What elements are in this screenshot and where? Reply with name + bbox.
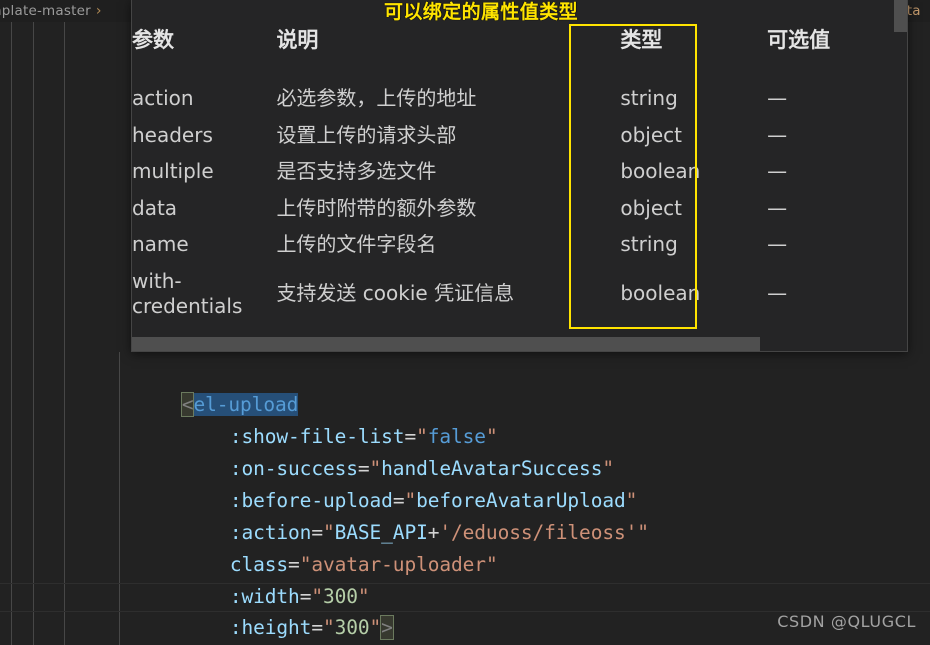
cell-optional: — [767, 281, 788, 306]
chevron-right-icon: › [95, 3, 102, 19]
hover-documentation-popup[interactable]: 参数 说明 类型 可选值 action 必选参数，上传的地址 string — … [131, 0, 908, 352]
table-row: with-credentials 支持发送 cookie 凭证信息 boolea… [132, 263, 907, 324]
code-line-el-upload[interactable]: <el-upload [0, 361, 298, 417]
attributes-table-body: action 必选参数，上传的地址 string — headers 设置上传的… [132, 80, 907, 324]
breadcrumb-left-group[interactable]: nplate-master › [0, 3, 106, 19]
cell-param: action [132, 86, 194, 110]
cell-optional: — [767, 232, 788, 257]
cell-optional: — [767, 159, 788, 184]
hover-popup-scroll-region[interactable]: 参数 说明 类型 可选值 action 必选参数，上传的地址 string — … [132, 0, 907, 351]
code-line-before-upload[interactable]: :before-upload="beforeAvatarUpload" [0, 457, 638, 512]
cell-optional: — [767, 195, 788, 220]
cell-desc: 支持发送 cookie 凭证信息 [276, 281, 515, 306]
table-row: data 上传时附带的额外参数 object — [132, 190, 907, 227]
cell-type: boolean [620, 281, 701, 306]
cell-desc: 必选参数，上传的地址 [276, 86, 477, 110]
column-header-type: 类型 [620, 28, 663, 52]
table-row: action 必选参数，上传的地址 string — [132, 80, 907, 117]
cell-desc: 是否支持多选文件 [276, 159, 437, 184]
cell-type: string [620, 232, 678, 257]
code-token-quote: " [637, 521, 649, 544]
column-header-optional: 可选值 [767, 28, 831, 52]
popup-vertical-scrollbar[interactable] [894, 0, 907, 351]
cell-type: string [620, 86, 678, 110]
cell-desc: 设置上传的请求头部 [276, 122, 457, 147]
cell-type: object [620, 122, 682, 147]
code-token-quote: " [485, 553, 498, 576]
cell-type: object [620, 195, 682, 220]
cell-param: data [132, 195, 178, 220]
code-line-height[interactable]: :height="300"> [0, 584, 394, 640]
cell-desc: 上传时附带的额外参数 [276, 195, 477, 220]
annotation-label: 可以绑定的属性值类型 [384, 1, 579, 23]
cell-param: with-credentials [132, 268, 243, 318]
code-line-show-file-list[interactable]: :show-file-list="false" [0, 393, 498, 448]
code-line-class[interactable]: class="avatar-uploader" [0, 521, 498, 576]
cell-param: headers [132, 122, 213, 147]
cell-param: name [132, 232, 189, 257]
attributes-table: 参数 说明 类型 可选值 action 必选参数，上传的地址 string — … [132, 20, 907, 324]
cell-optional: — [767, 122, 788, 147]
attributes-table-header: 参数 说明 类型 可选值 [132, 20, 907, 80]
code-line-on-success[interactable]: :on-success="handleAvatarSuccess" [0, 425, 614, 480]
table-row: headers 设置上传的请求头部 object — [132, 117, 907, 154]
cell-type: boolean [620, 159, 701, 184]
table-row: multiple 是否支持多选文件 boolean — [132, 153, 907, 190]
cell-desc: 上传的文件字段名 [276, 232, 437, 257]
code-line-width[interactable]: :width="300" [0, 553, 370, 608]
column-header-param: 参数 [132, 28, 174, 52]
column-header-desc: 说明 [276, 28, 319, 52]
table-header-row: 参数 说明 类型 可选值 [132, 20, 907, 80]
popup-horizontal-scrollbar[interactable] [132, 337, 907, 351]
code-line-img[interactable]: <img :src="courseInfo.cover"> [0, 618, 567, 645]
table-row: name 上传的文件字段名 string — [132, 226, 907, 263]
popup-vertical-scrollbar-thumb[interactable] [894, 0, 907, 32]
watermark: CSDN @QLUGCL [777, 612, 916, 631]
cell-param: multiple [132, 159, 214, 184]
popup-horizontal-scrollbar-thumb[interactable] [132, 337, 760, 351]
breadcrumb-item-project[interactable]: nplate-master [0, 3, 91, 19]
cell-optional: — [767, 86, 788, 110]
code-line-action[interactable]: :action="BASE_API+'/eduoss/fileoss'" [0, 489, 649, 544]
